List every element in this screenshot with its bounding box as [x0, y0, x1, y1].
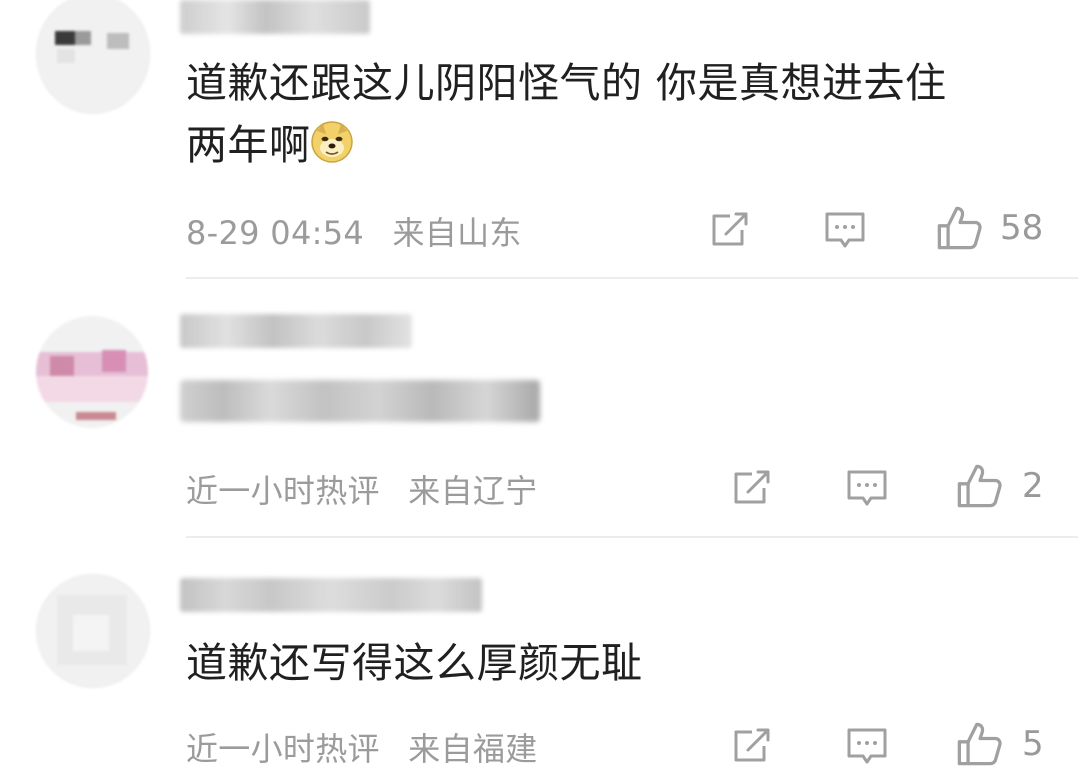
avatar[interactable]: [36, 574, 150, 688]
comment-item: 道歉还跟这儿阴阳怪气的 你是真想进去住 两年啊 8-29 04:54 来自山东: [0, 0, 1078, 280]
like-count: 2: [1022, 466, 1044, 506]
comment-meta: 近一小时热评 来自福建: [186, 724, 538, 770]
divider: [186, 277, 1078, 279]
comment-item: 道歉还写得这么厚颜无耻 近一小时热评 来自福建 5: [0, 560, 1078, 777]
comment-time: 近一小时热评: [186, 730, 380, 768]
comment-text-line: 道歉还写得这么厚颜无耻: [186, 639, 643, 687]
username-redacted: [180, 578, 482, 612]
comment-meta: 近一小时热评 来自辽宁: [186, 466, 538, 512]
comment-icon[interactable]: [845, 466, 889, 510]
avatar[interactable]: [36, 0, 150, 114]
comment-text: 道歉还写得这么厚颜无耻: [186, 632, 1046, 694]
thumbs-up-icon[interactable]: [955, 462, 1003, 510]
comment-time: 近一小时热评: [186, 472, 380, 510]
like-count: 58: [1000, 208, 1044, 248]
comment-time: 8-29 04:54: [186, 214, 365, 252]
comment-icon[interactable]: [823, 208, 867, 252]
comment-location: 来自福建: [408, 730, 538, 768]
like-count: 5: [1022, 724, 1044, 764]
comment-meta: 8-29 04:54 来自山东: [186, 208, 522, 254]
comment-icon[interactable]: [845, 724, 889, 768]
share-icon[interactable]: [730, 466, 774, 510]
thumbs-up-icon[interactable]: [935, 204, 983, 252]
divider: [186, 536, 1078, 538]
comment-text-redacted: [180, 380, 540, 422]
comment-text-line: 两年啊: [186, 114, 1046, 176]
share-icon[interactable]: [708, 208, 752, 252]
comment-text: 道歉还跟这儿阴阳怪气的 你是真想进去住 两年啊: [186, 52, 1046, 176]
comment-text-fragment: 两年啊: [186, 121, 311, 169]
doge-emoji-icon: [310, 121, 353, 163]
username-redacted: [180, 314, 412, 348]
avatar[interactable]: [36, 316, 148, 428]
share-icon[interactable]: [730, 724, 774, 768]
comment-location: 来自山东: [392, 214, 522, 252]
comment-location: 来自辽宁: [408, 472, 538, 510]
comment-item: 近一小时热评 来自辽宁 2: [0, 300, 1078, 540]
comment-text-line: 道歉还跟这儿阴阳怪气的 你是真想进去住: [186, 59, 947, 107]
thumbs-up-icon[interactable]: [955, 720, 1003, 768]
username-redacted: [180, 0, 370, 34]
